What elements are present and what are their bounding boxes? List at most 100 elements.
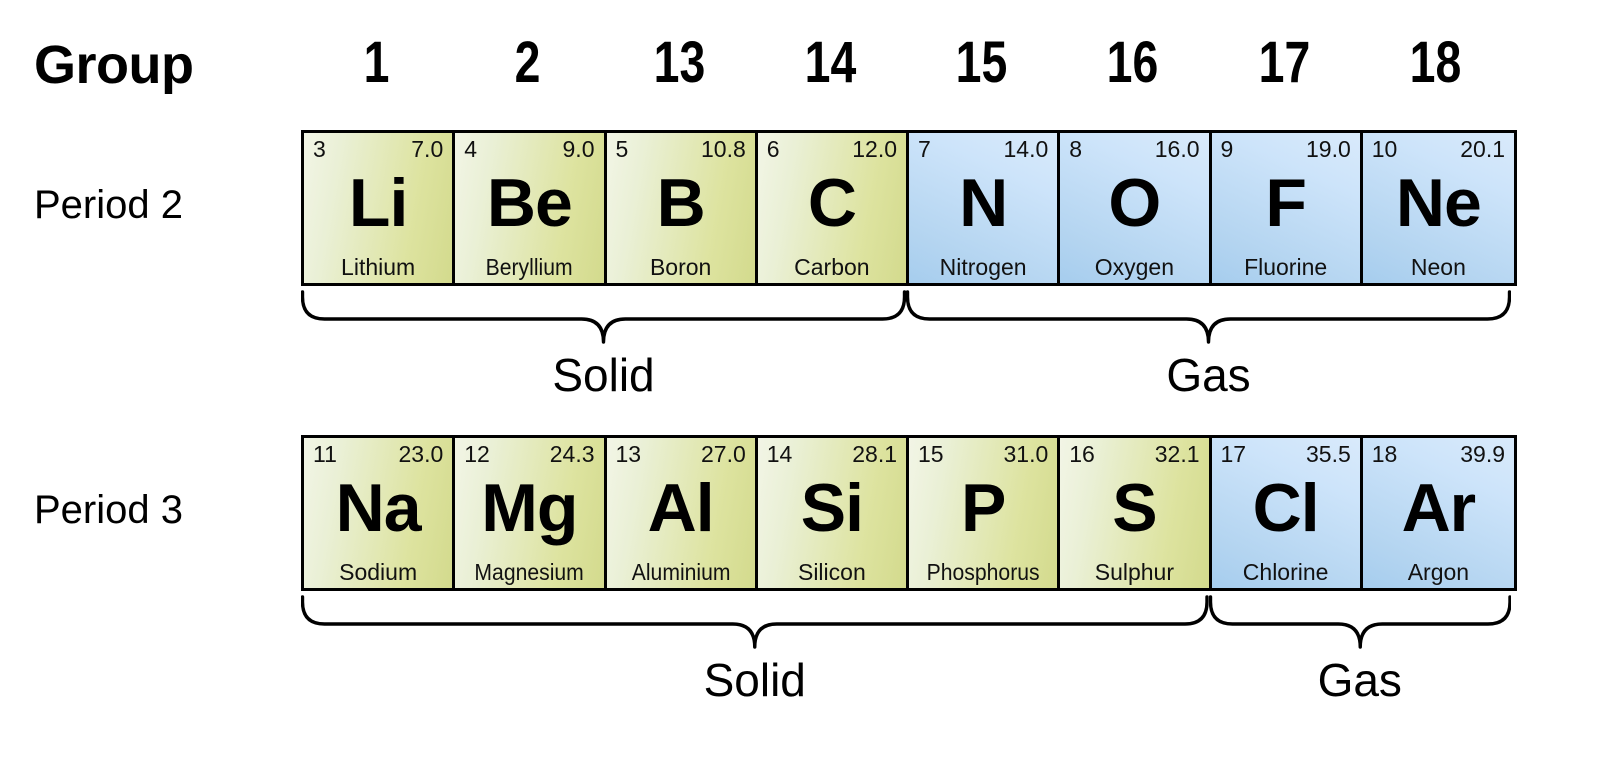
atomic-mass: 7.0 (411, 136, 444, 162)
element-cell-s[interactable]: 16 32.1 S Sulphur (1060, 438, 1212, 588)
atomic-number: 6 (766, 136, 780, 162)
element-symbol: Be (486, 165, 573, 241)
element-symbol: Li (348, 165, 408, 241)
element-symbol: Cl (1252, 470, 1320, 546)
atomic-mass: 24.3 (549, 441, 595, 467)
atomic-mass: 32.1 (1154, 441, 1200, 467)
state-label-solid-period-3: Solid (703, 654, 806, 706)
group-number-16: 16 (1106, 30, 1159, 95)
state-brace-solid-period-2 (301, 289, 906, 345)
atomic-mass: 10.8 (700, 136, 746, 162)
element-symbol: O (1108, 165, 1161, 241)
element-symbol: P (960, 470, 1006, 546)
group-number-17: 17 (1258, 30, 1310, 95)
element-cell-p[interactable]: 15 31.0 P Phosphorus (909, 438, 1061, 588)
element-cell-n[interactable]: 7 14.0 N Nitrogen (909, 133, 1061, 283)
group-number-13: 13 (653, 30, 705, 95)
atomic-number: 3 (313, 136, 326, 162)
atomic-mass: 20.1 (1460, 136, 1505, 162)
atomic-number: 12 (464, 441, 490, 467)
group-number-14: 14 (804, 30, 857, 95)
element-name: Silicon (797, 558, 866, 585)
group-number-2: 2 (514, 30, 541, 95)
periodic-table-diagram: Group 1 2 13 14 15 16 17 18 Period 2 3 7.0 Li Lithi… (0, 0, 1600, 768)
element-name: Beryllium (485, 253, 573, 280)
atomic-mass: 31.0 (1003, 441, 1049, 467)
period-label-2: Period 2 (34, 183, 183, 227)
element-name: Sodium (339, 558, 418, 585)
element-symbol: Al (647, 470, 715, 546)
element-symbol: F (1265, 165, 1307, 241)
element-name: Chlorine (1242, 558, 1329, 585)
state-label-solid-period-2: Solid (552, 349, 655, 401)
atomic-number: 15 (918, 441, 944, 467)
element-name: Fluorine (1244, 253, 1328, 280)
state-brace-gas-period-2 (906, 289, 1511, 345)
atomic-mass: 27.0 (700, 441, 746, 467)
element-name: Aluminium (631, 558, 731, 585)
element-name: Sulphur (1094, 558, 1175, 585)
atomic-mass: 16.0 (1154, 136, 1200, 162)
element-name: Lithium (341, 253, 416, 280)
state-label-gas-period-2: Gas (1166, 349, 1251, 401)
element-symbol: Si (800, 470, 864, 546)
atomic-number: 17 (1220, 441, 1247, 467)
element-symbol: C (807, 165, 857, 241)
state-brace-solid-period-3 (301, 594, 1209, 650)
atomic-number: 11 (313, 441, 337, 467)
element-cell-o[interactable]: 8 16.0 O Oxygen (1060, 133, 1212, 283)
group-number-1: 1 (363, 30, 390, 95)
atomic-mass: 14.0 (1003, 136, 1049, 162)
element-name: Nitrogen (939, 253, 1027, 280)
element-name: Boron (649, 253, 712, 280)
element-cell-c[interactable]: 6 12.0 C Carbon (757, 133, 909, 283)
element-cell-li[interactable]: 3 7.0 Li Lithium (304, 133, 456, 283)
element-cell-na[interactable]: 11 23.0 Na Sodium (304, 438, 456, 588)
element-name: Oxygen (1094, 253, 1174, 280)
element-cell-si[interactable]: 14 28.1 Si Silicon (757, 438, 909, 588)
element-cell-b[interactable]: 5 10.8 B Boron (606, 133, 758, 283)
atomic-mass: 19.0 (1305, 136, 1351, 162)
element-name: Carbon (794, 253, 870, 280)
group-axis-label: Group (34, 35, 194, 95)
atomic-number: 13 (615, 441, 642, 467)
group-number-15: 15 (955, 30, 1008, 95)
element-cell-be[interactable]: 4 9.0 Be Beryllium (455, 133, 607, 283)
state-brace-gas-period-3 (1208, 594, 1511, 650)
atomic-mass: 35.5 (1305, 441, 1351, 467)
element-cell-f[interactable]: 9 19.0 F Fluorine (1211, 133, 1363, 283)
element-cell-al[interactable]: 13 27.0 Al Aluminium (606, 438, 758, 588)
element-cell-mg[interactable]: 12 24.3 Mg Magnesium (455, 438, 607, 588)
element-name: Argon (1407, 558, 1470, 585)
element-cell-ar[interactable]: 18 39.9 Ar Argon (1362, 438, 1514, 588)
period-label-3: Period 3 (34, 488, 183, 532)
element-cell-cl[interactable]: 17 35.5 Cl Chlorine (1211, 438, 1363, 588)
atomic-number: 18 (1371, 441, 1398, 467)
element-name: Neon (1410, 253, 1466, 280)
atomic-number: 16 (1069, 441, 1095, 467)
period-2-row: 3 7.0 Li Lithium 4 9.0 Be Beryllium 5 10.8 B Boron 6… (301, 130, 1517, 286)
atomic-number: 14 (766, 441, 793, 467)
state-label-gas-period-3: Gas (1317, 654, 1402, 706)
atomic-mass: 23.0 (398, 441, 444, 467)
atomic-mass: 39.9 (1460, 441, 1505, 467)
atomic-mass: 9.0 (562, 136, 595, 162)
atomic-number: 8 (1069, 136, 1083, 162)
element-symbol: S (1112, 470, 1157, 546)
atomic-mass: 12.0 (852, 136, 897, 162)
element-symbol: Ne (1395, 165, 1482, 241)
element-symbol: B (656, 165, 706, 241)
atomic-number: 4 (464, 136, 478, 162)
element-cell-ne[interactable]: 10 20.1 Ne Neon (1362, 133, 1514, 283)
atomic-number: 10 (1371, 136, 1398, 162)
element-symbol: Na (335, 470, 422, 546)
element-symbol: Mg (481, 470, 578, 546)
element-name: Phosphorus (926, 558, 1040, 585)
period-3-row: 11 23.0 Na Sodium 12 24.3 Mg Magnesium 13 27.0 Al A… (301, 435, 1517, 591)
element-name: Magnesium (474, 558, 585, 585)
atomic-number: 5 (615, 136, 629, 162)
element-symbol: N (959, 165, 1008, 241)
element-symbol: Ar (1401, 470, 1477, 546)
group-number-18: 18 (1409, 30, 1462, 95)
atomic-number: 9 (1220, 136, 1234, 162)
